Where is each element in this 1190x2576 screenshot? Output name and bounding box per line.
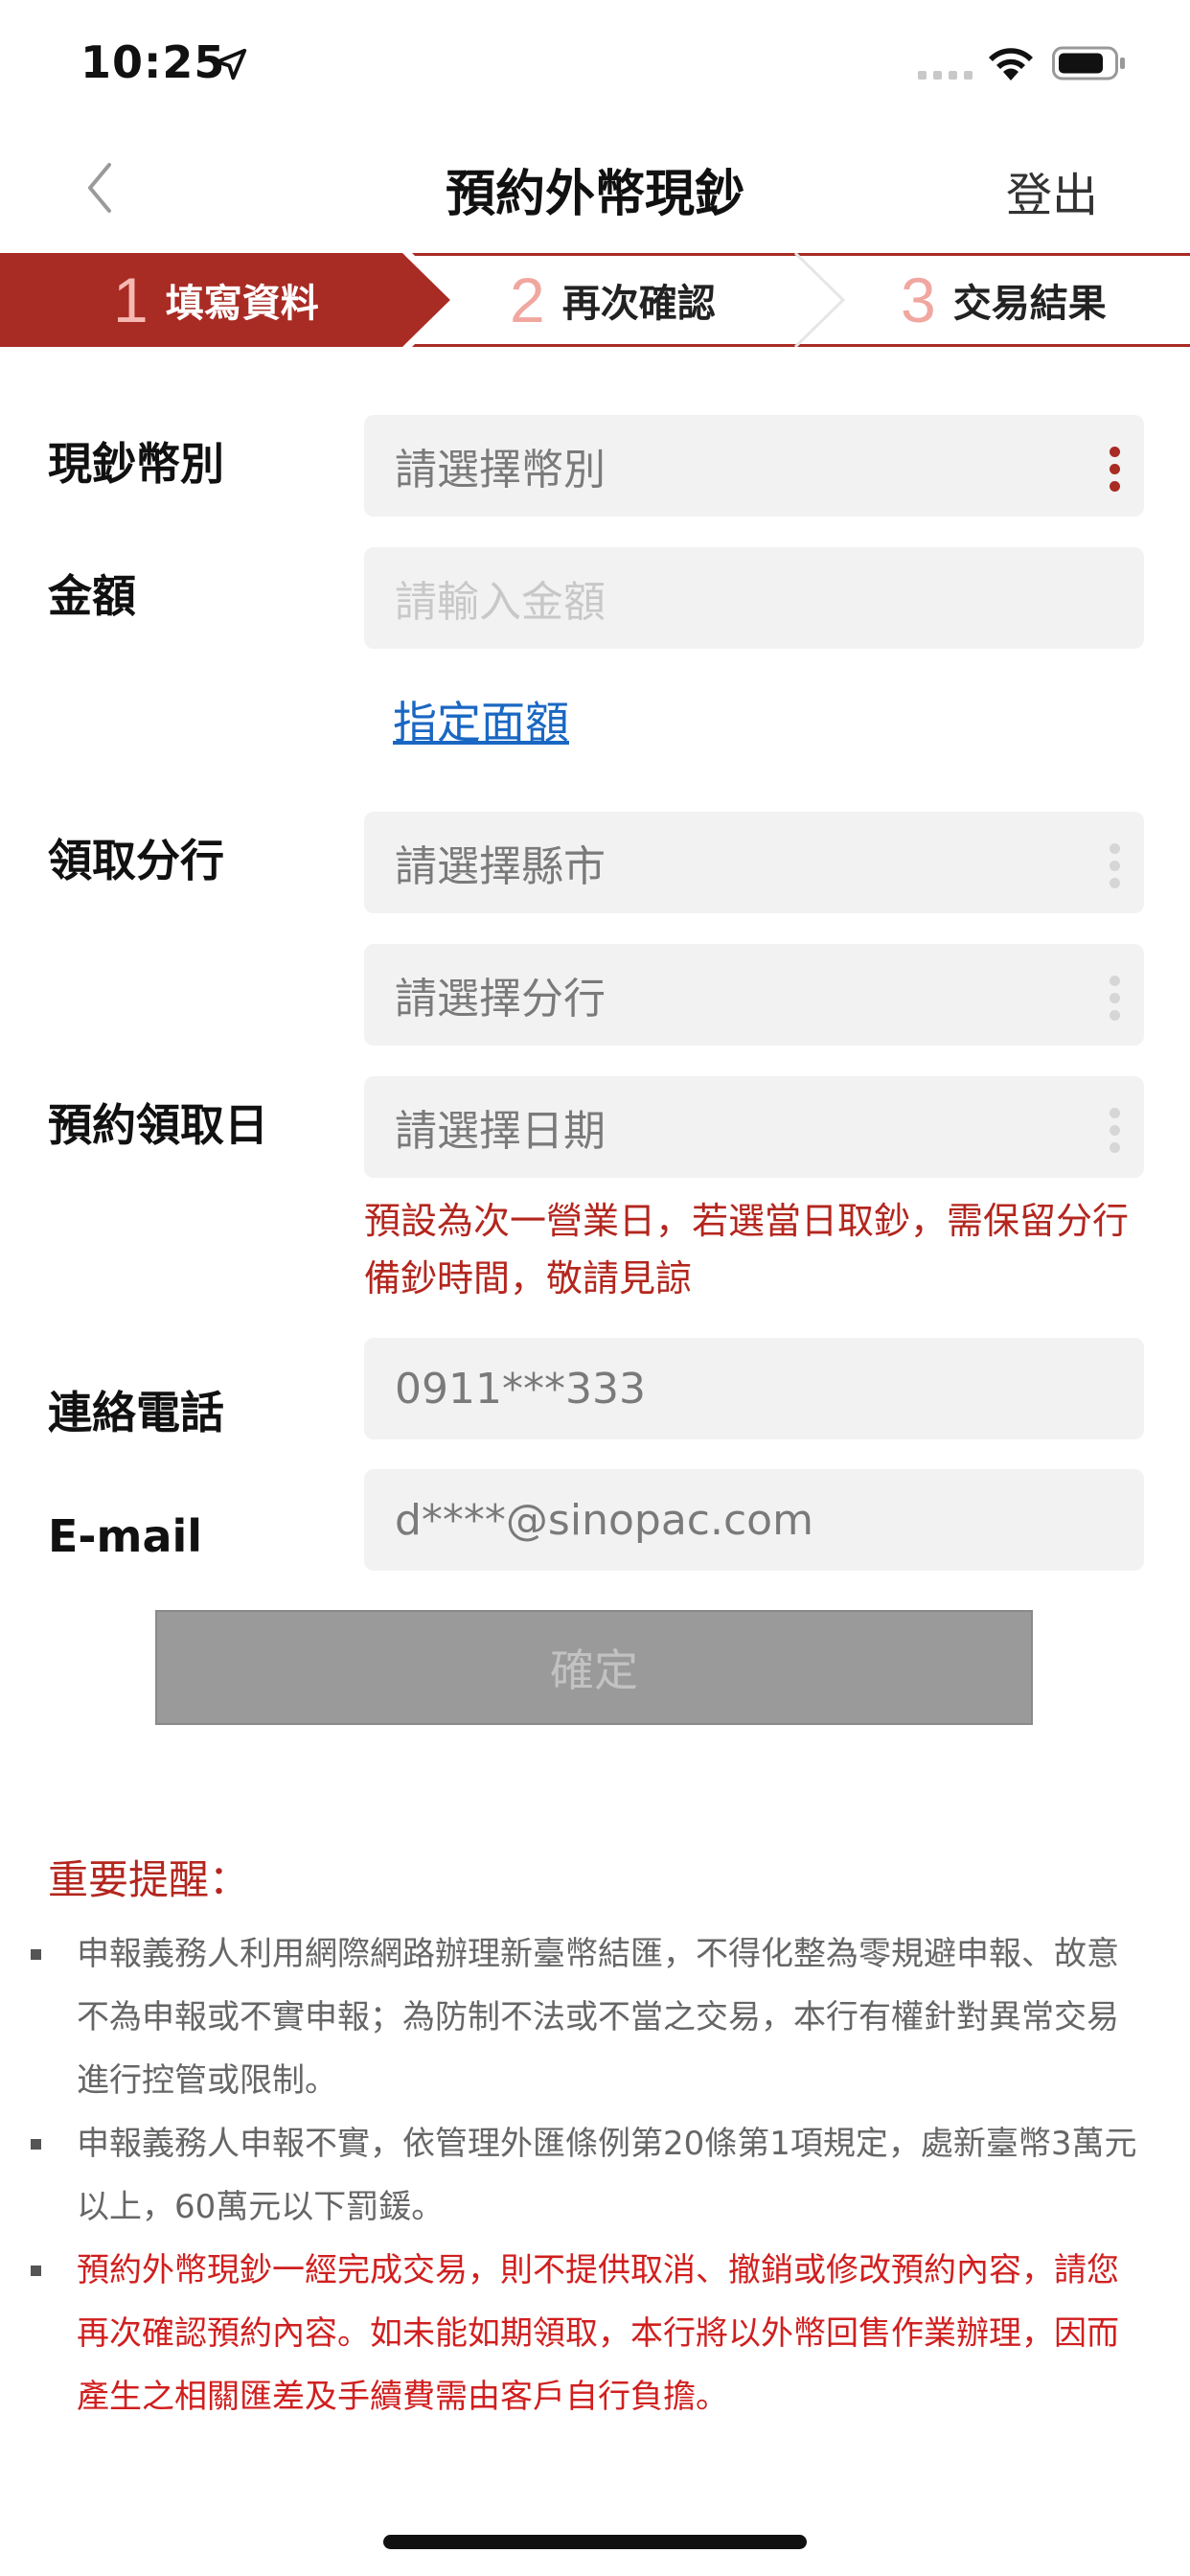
phone-field[interactable]: 0911***333 bbox=[364, 1338, 1144, 1439]
currency-select[interactable]: 請選擇幣別 bbox=[364, 415, 1144, 517]
city-select-value: 請選擇縣市 bbox=[395, 842, 606, 891]
confirm-button[interactable]: 確定 bbox=[155, 1610, 1033, 1725]
status-time: 10:25 bbox=[80, 36, 226, 88]
logout-button[interactable]: 登出 bbox=[1006, 157, 1098, 224]
email-label: E-mail bbox=[48, 1510, 203, 1562]
more-vertical-icon bbox=[1110, 976, 1121, 1021]
step-2-label: 再次確認 bbox=[561, 282, 716, 326]
list-item: 預約外幣現鈔一經完成交易，則不提供取消、撤銷或修改預約內容，請您再次確認預約內容… bbox=[29, 2239, 1150, 2428]
pickup-date-select[interactable]: 請選擇日期 bbox=[364, 1076, 1144, 1178]
phone-label: 連絡電話 bbox=[48, 1387, 224, 1438]
specify-denomination-link[interactable]: 指定面額 bbox=[393, 688, 569, 751]
bullet-icon bbox=[31, 2139, 41, 2150]
reminder-title: 重要提醒： bbox=[48, 1856, 250, 1903]
more-vertical-icon bbox=[1110, 843, 1121, 888]
step-3-label: 交易結果 bbox=[952, 282, 1107, 326]
step-3-number: 3 bbox=[901, 264, 936, 335]
branch-select-value: 請選擇分行 bbox=[395, 975, 606, 1024]
amount-label: 金額 bbox=[48, 570, 136, 622]
email-field[interactable]: d****@sinopac.com bbox=[364, 1469, 1144, 1571]
step-progress-bar: 1 填寫資料 2 再次確認 3 交易結果 bbox=[0, 253, 1190, 347]
back-chevron-icon[interactable] bbox=[80, 157, 119, 218]
wifi-icon bbox=[989, 48, 1033, 80]
step-1-label: 填寫資料 bbox=[165, 282, 319, 326]
list-item: 申報義務人利用網際網路辦理新臺幣結匯，不得化整為零規避申報、故意不為申報或不實申… bbox=[29, 1922, 1150, 2112]
pickup-date-value: 請選擇日期 bbox=[395, 1107, 606, 1156]
status-bar: 10:25 bbox=[0, 0, 1190, 126]
pickup-date-label: 預約領取日 bbox=[48, 1099, 268, 1151]
amount-input-placeholder: 請輸入金額 bbox=[395, 578, 606, 627]
location-arrow-icon bbox=[215, 48, 247, 80]
reminder-list: 申報義務人利用網際網路辦理新臺幣結匯，不得化整為零規避申報、故意不為申報或不實申… bbox=[29, 1922, 1150, 2428]
step-2-number: 2 bbox=[510, 264, 545, 335]
bullet-icon bbox=[31, 1949, 41, 1960]
step-1: 1 填寫資料 bbox=[113, 256, 319, 344]
more-vertical-icon bbox=[1110, 447, 1121, 492]
step-2: 2 再次確認 bbox=[510, 256, 716, 344]
step-1-number: 1 bbox=[113, 264, 149, 335]
bullet-icon bbox=[31, 2266, 41, 2276]
currency-select-value: 請選擇幣別 bbox=[395, 446, 606, 494]
step-divider-icon bbox=[793, 253, 846, 347]
battery-icon bbox=[1052, 46, 1125, 80]
list-item: 申報義務人申報不實，依管理外匯條例第20條第1項規定，處新臺幣3萬元以上，60萬… bbox=[29, 2112, 1150, 2239]
step-3: 3 交易結果 bbox=[901, 256, 1107, 344]
reminder-text: 申報義務人申報不實，依管理外匯條例第20條第1項規定，處新臺幣3萬元以上，60萬… bbox=[77, 2125, 1137, 2226]
currency-label: 現鈔幣別 bbox=[48, 438, 224, 490]
branch-select[interactable]: 請選擇分行 bbox=[364, 944, 1144, 1046]
reminder-text: 申報義務人利用網際網路辦理新臺幣結匯，不得化整為零規避申報、故意不為申報或不實申… bbox=[77, 1935, 1119, 2100]
cellular-signal-icon bbox=[918, 71, 973, 80]
reminder-text: 預約外幣現鈔一經完成交易，則不提供取消、撤銷或修改預約內容，請您再次確認預約內容… bbox=[77, 2251, 1119, 2416]
branch-label: 領取分行 bbox=[48, 835, 224, 886]
amount-input[interactable]: 請輸入金額 bbox=[364, 547, 1144, 649]
home-indicator[interactable] bbox=[383, 2535, 807, 2549]
city-select[interactable]: 請選擇縣市 bbox=[364, 812, 1144, 913]
more-vertical-icon bbox=[1110, 1108, 1121, 1153]
pickup-date-note: 預設為次一營業日，若選當日取鈔，需保留分行備鈔時間，敬請見諒 bbox=[364, 1200, 1130, 1300]
phone-field-value: 0911***333 bbox=[395, 1364, 646, 1414]
email-field-value: d****@sinopac.com bbox=[395, 1495, 813, 1545]
